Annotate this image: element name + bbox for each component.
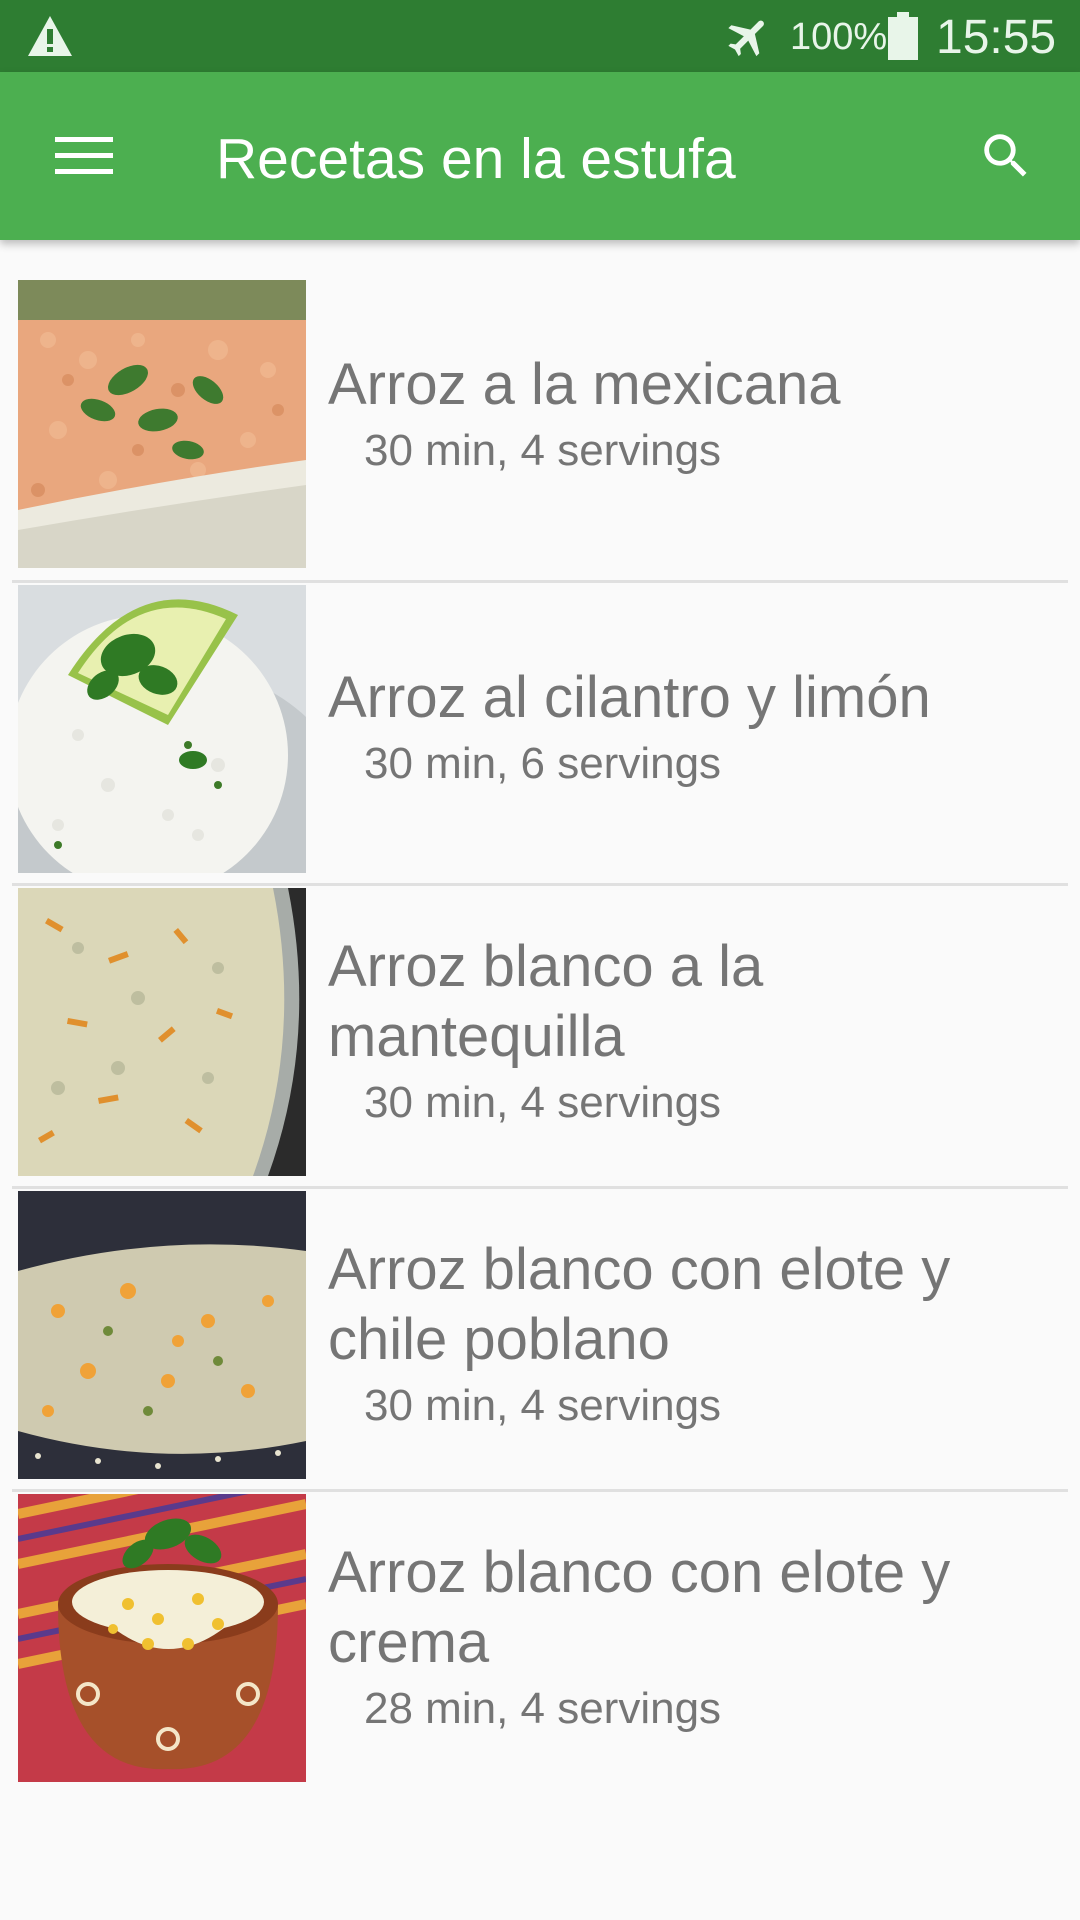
recipe-thumbnail xyxy=(18,888,306,1176)
recipe-thumbnail xyxy=(18,585,306,873)
app-bar: Recetas en la estufa xyxy=(0,72,1080,240)
status-bar: 100% 15:55 xyxy=(0,0,1080,72)
recipe-text: Arroz blanco a la mantequilla 30 min, 4 … xyxy=(328,932,1048,1128)
recipe-meta: 30 min, 4 servings xyxy=(364,426,722,475)
recipe-title: Arroz a la mexicana xyxy=(328,352,841,417)
search-button[interactable] xyxy=(962,112,1050,200)
corn-cream-rice-image xyxy=(18,1494,306,1782)
recipe-title: Arroz blanco a la mantequilla xyxy=(328,934,764,1069)
recipe-meta: 30 min, 4 servings xyxy=(364,1078,722,1127)
list-item[interactable]: Arroz al cilantro y limón 30 min, 6 serv… xyxy=(12,583,1068,886)
recipe-title: Arroz blanco con elote y chile poblano xyxy=(328,1237,951,1372)
airplane-mode-icon xyxy=(728,20,764,57)
recipe-text: Arroz a la mexicana 30 min, 4 servings xyxy=(328,350,1048,476)
clock: 15:55 xyxy=(936,11,1057,64)
butter-rice-image xyxy=(18,888,306,1176)
warning-icon xyxy=(28,16,72,56)
recipe-meta: 28 min, 4 servings xyxy=(364,1684,722,1733)
recipe-thumbnail xyxy=(18,1191,306,1479)
recipe-meta: 30 min, 4 servings xyxy=(364,1381,722,1430)
recipe-thumbnail xyxy=(18,280,306,568)
recipe-title: Arroz al cilantro y limón xyxy=(328,665,931,730)
mexican-rice-image xyxy=(18,280,306,568)
list-item[interactable]: Arroz blanco a la mantequilla 30 min, 4 … xyxy=(12,886,1068,1189)
page-title: Recetas en la estufa xyxy=(216,127,736,191)
recipe-title: Arroz blanco con elote y crema xyxy=(328,1540,951,1675)
menu-button[interactable] xyxy=(40,112,128,200)
recipe-text: Arroz blanco con elote y chile poblano 3… xyxy=(328,1235,1048,1431)
search-icon xyxy=(984,134,1027,177)
list-item[interactable]: Arroz blanco con elote y crema 28 min, 4… xyxy=(12,1492,1068,1795)
recipe-meta: 30 min, 6 servings xyxy=(364,739,722,788)
menu-icon xyxy=(55,137,113,174)
recipe-thumbnail xyxy=(18,1494,306,1782)
corn-poblano-rice-image xyxy=(18,1191,306,1479)
battery-full-icon xyxy=(888,12,918,60)
battery-percent: 100% xyxy=(790,16,888,58)
list-item[interactable]: Arroz a la mexicana 30 min, 4 servings xyxy=(12,280,1068,583)
recipe-text: Arroz al cilantro y limón 30 min, 6 serv… xyxy=(328,663,1048,789)
cilantro-lime-rice-image xyxy=(18,585,306,873)
recipe-text: Arroz blanco con elote y crema 28 min, 4… xyxy=(328,1538,1048,1734)
list-item[interactable]: Arroz blanco con elote y chile poblano 3… xyxy=(12,1189,1068,1492)
